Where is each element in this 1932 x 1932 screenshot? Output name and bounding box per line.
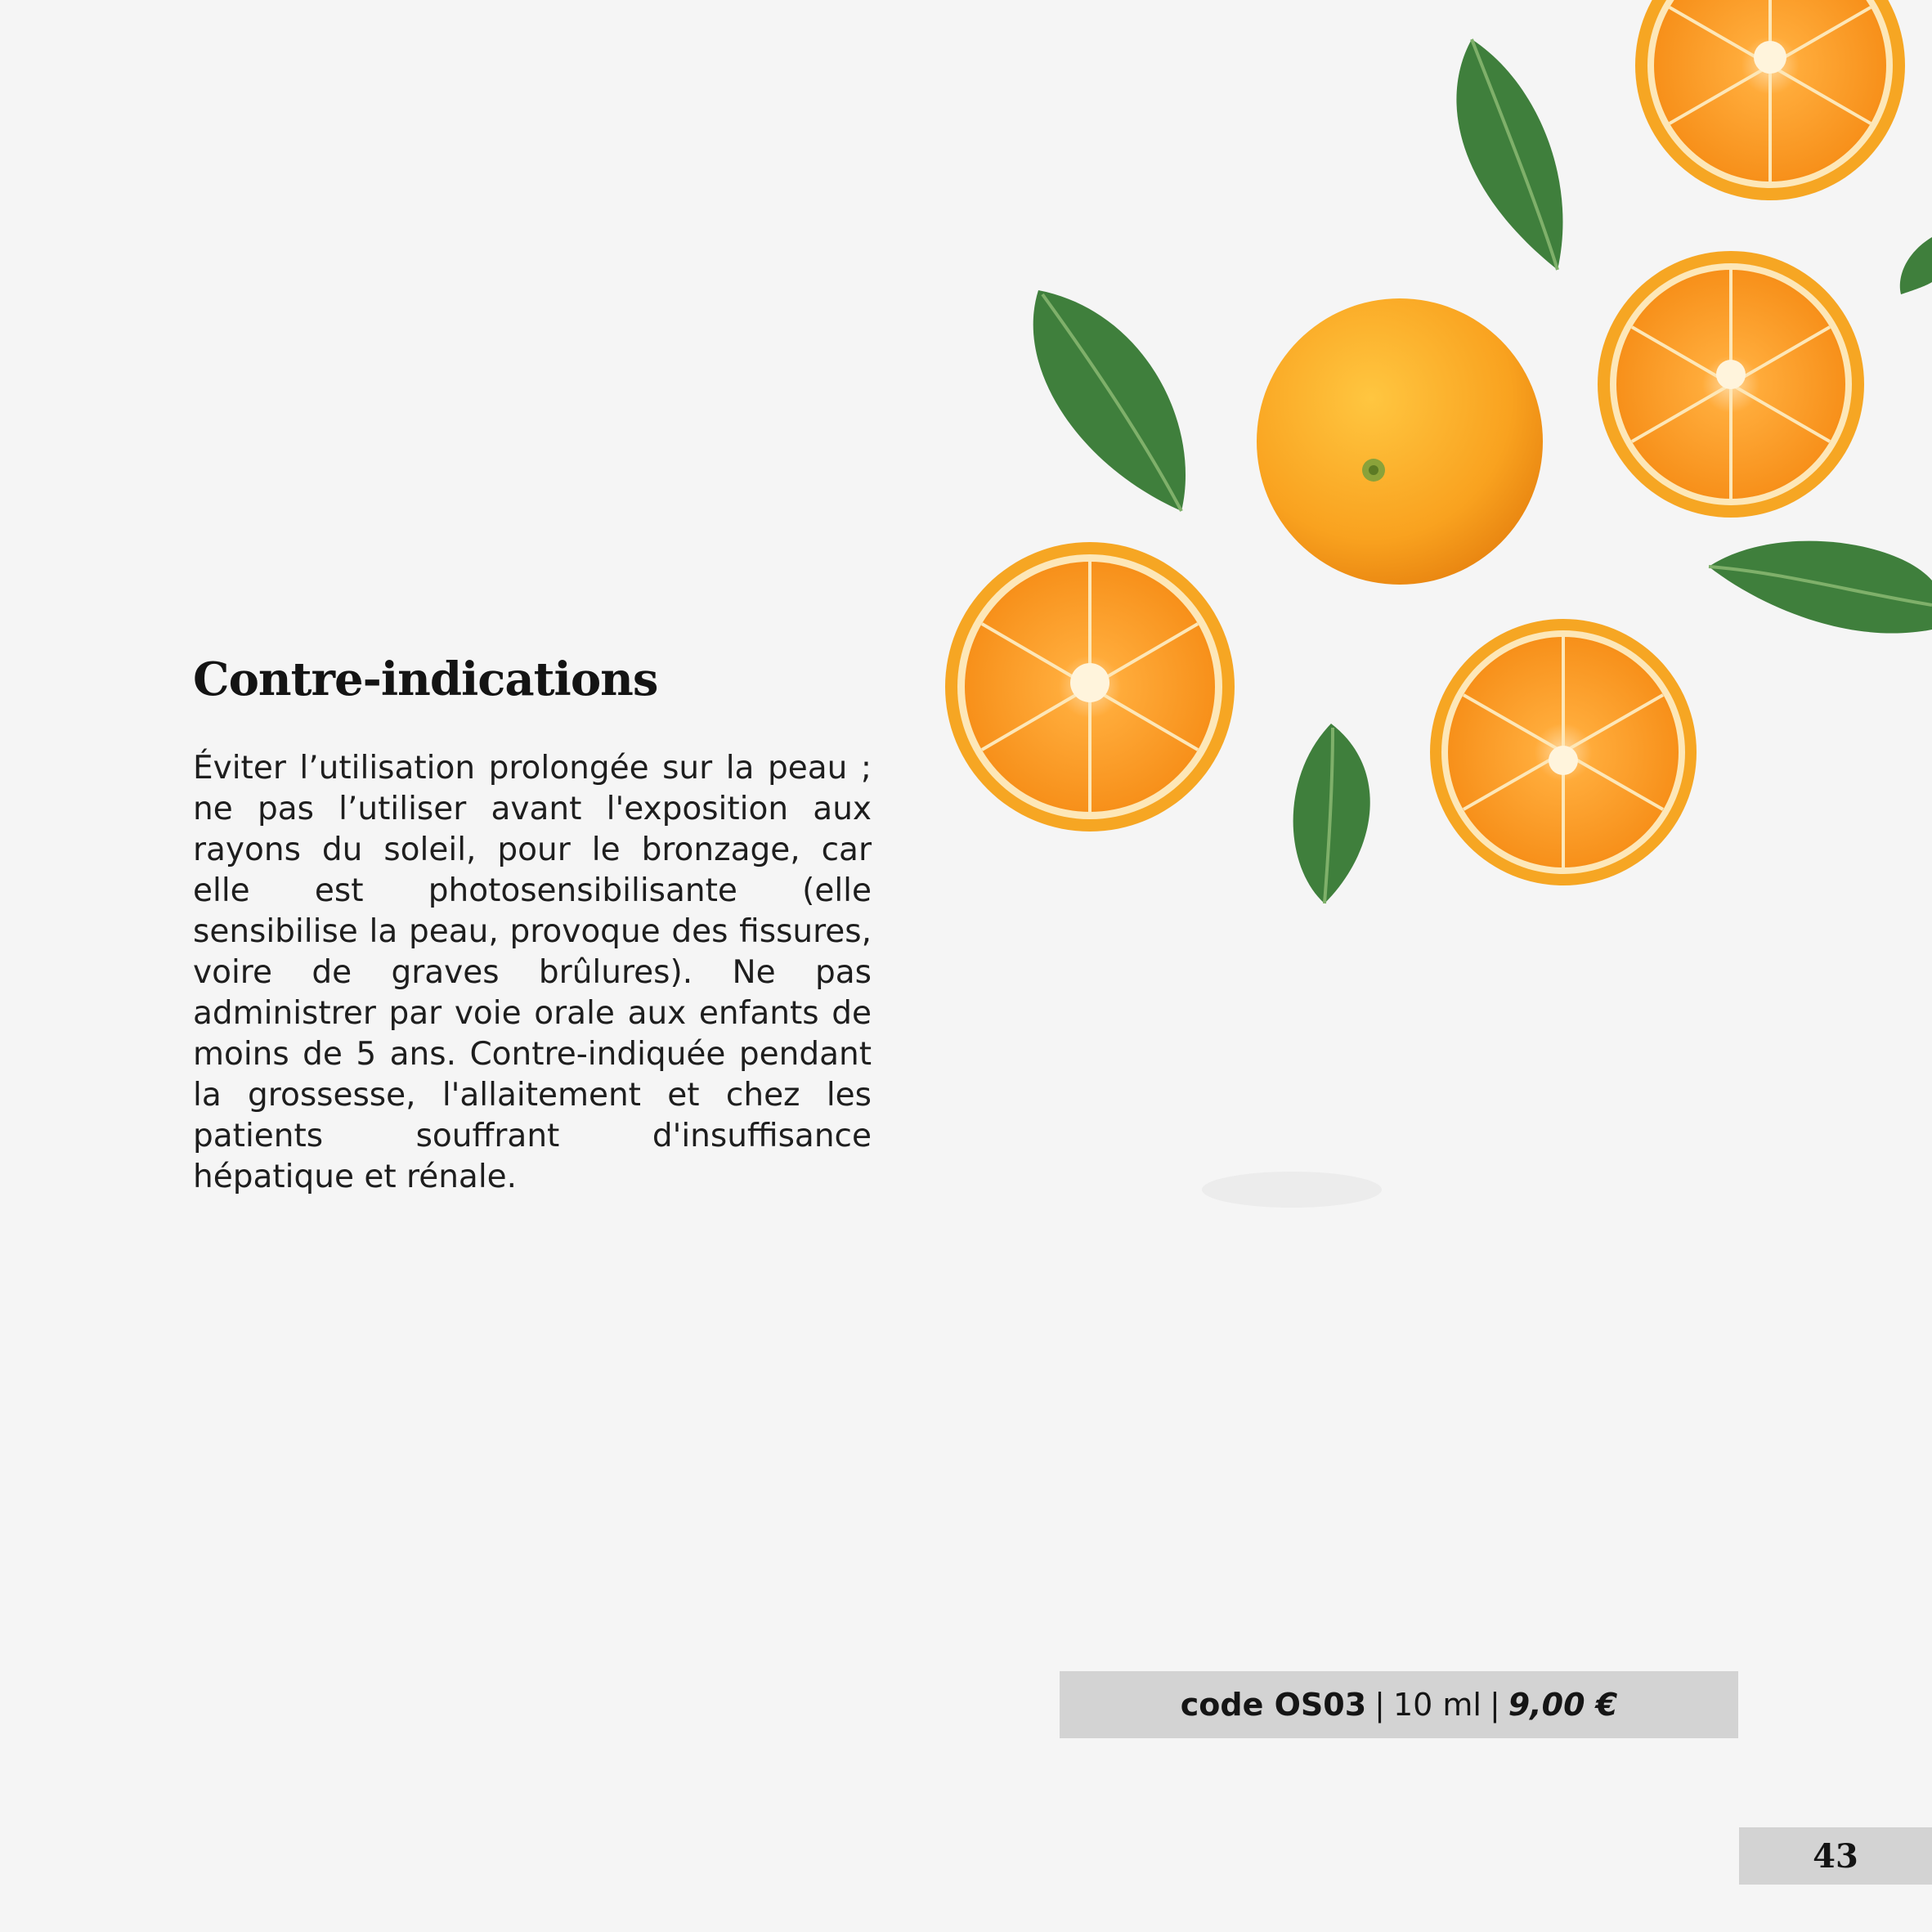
separator: | [1489, 1687, 1500, 1723]
whole-orange-icon [1257, 298, 1543, 585]
page-number: 43 [1813, 1836, 1858, 1876]
leaf-icon [1456, 38, 1563, 271]
shadow-decoration [1202, 1172, 1382, 1208]
orange-slice-icon [1598, 251, 1864, 518]
product-volume: 10 ml [1392, 1687, 1481, 1723]
leaf-icon [1708, 540, 1932, 634]
product-code: code OS03 [1180, 1687, 1367, 1723]
leaf-icon [1899, 237, 1932, 294]
leaf-icon [1033, 290, 1186, 512]
separator: | [1374, 1687, 1385, 1723]
section-body: Éviter l’utilisation prolongée sur la pe… [193, 750, 872, 1195]
page-number-box: 43 [1739, 1827, 1932, 1885]
orange-slice-icon [945, 542, 1235, 832]
orange-slice-icon [1635, 0, 1905, 200]
oranges-and-leaves-illustration [945, 0, 1932, 1208]
product-price-bar: code OS03 | 10 ml | 9,00 € [1060, 1671, 1738, 1738]
product-price: 9,00 € [1508, 1687, 1618, 1723]
orange-slice-icon [1430, 619, 1697, 885]
leaf-icon [1293, 724, 1370, 904]
section-heading: Contre-indications [193, 652, 658, 706]
page: Contre-indications Éviter l’utilisation … [0, 0, 1932, 1932]
